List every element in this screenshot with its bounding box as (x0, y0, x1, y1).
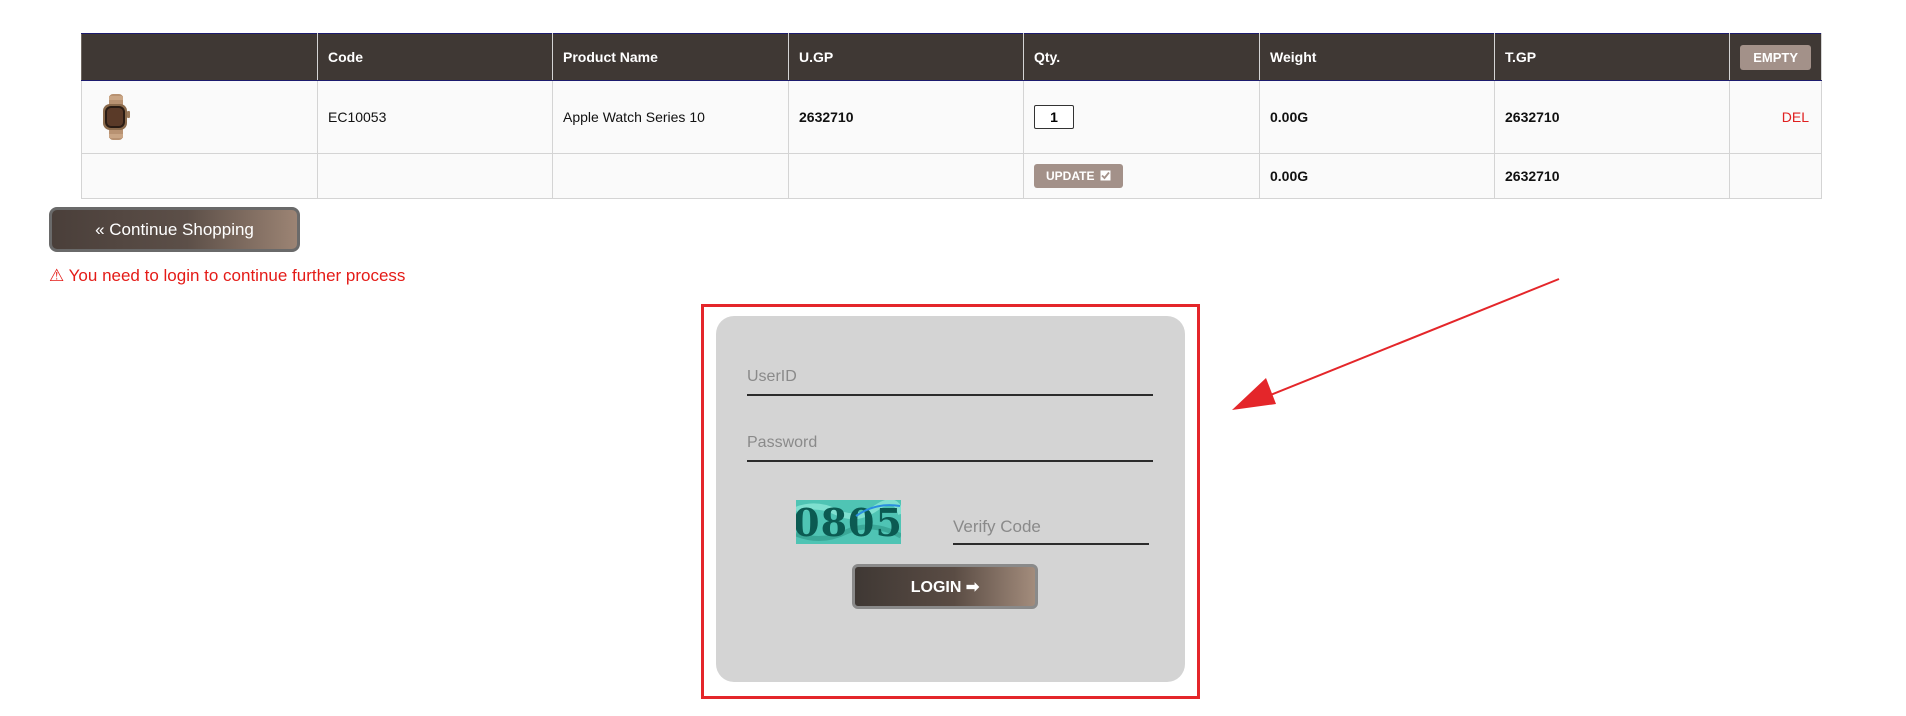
qty-cell (1023, 80, 1260, 154)
header-empty-cell: EMPTY (1729, 33, 1822, 81)
weight: 0.00G (1259, 80, 1495, 154)
empty-cell (81, 153, 318, 199)
empty-cell (1729, 153, 1822, 199)
continue-shopping-button[interactable]: « Continue Shopping (49, 207, 300, 252)
unit-gp: 2632710 (788, 80, 1024, 154)
empty-cart-button[interactable]: EMPTY (1740, 44, 1811, 70)
header-unit-gp: U.GP (788, 33, 1024, 81)
total-weight: 0.00G (1259, 153, 1495, 199)
delete-link[interactable]: DEL (1729, 80, 1822, 154)
login-panel: 0805 LOGIN ➡ (716, 316, 1185, 682)
cart-table: Code Product Name U.GP Qty. Weight T.GP … (81, 33, 1822, 199)
update-cell: UPDATE (1023, 153, 1260, 199)
empty-cell (788, 153, 1024, 199)
qty-input[interactable] (1034, 105, 1074, 129)
header-image (81, 33, 318, 81)
update-button[interactable]: UPDATE (1034, 164, 1123, 188)
header-total-gp: T.GP (1494, 33, 1730, 81)
product-code: EC10053 (317, 80, 553, 154)
header-weight: Weight (1259, 33, 1495, 81)
apple-watch-thumbnail[interactable] (100, 94, 132, 140)
login-required-message: ⚠ You need to login to continue further … (49, 266, 406, 285)
header-qty: Qty. (1023, 33, 1260, 81)
login-button[interactable]: LOGIN ➡ (852, 564, 1038, 609)
product-image-cell (81, 80, 318, 154)
update-label: UPDATE (1046, 169, 1095, 183)
header-code: Code (317, 33, 553, 81)
captcha-text: 0805 (796, 500, 901, 544)
table-row: EC10053 Apple Watch Series 10 2632710 0.… (81, 80, 1822, 154)
userid-input[interactable] (747, 368, 1153, 396)
empty-cell (552, 153, 789, 199)
total-gp: 2632710 (1494, 80, 1730, 154)
grand-total-gp: 2632710 (1494, 153, 1730, 199)
verify-code-input[interactable] (953, 517, 1149, 545)
cart-header-row: Code Product Name U.GP Qty. Weight T.GP … (81, 33, 1822, 81)
product-name: Apple Watch Series 10 (552, 80, 789, 154)
checkbox-icon (1100, 170, 1111, 181)
password-input[interactable] (747, 434, 1153, 462)
empty-cell (317, 153, 553, 199)
header-product-name: Product Name (552, 33, 789, 81)
captcha-image: 0805 (796, 500, 901, 544)
totals-row: UPDATE 0.00G 2632710 (81, 153, 1822, 199)
